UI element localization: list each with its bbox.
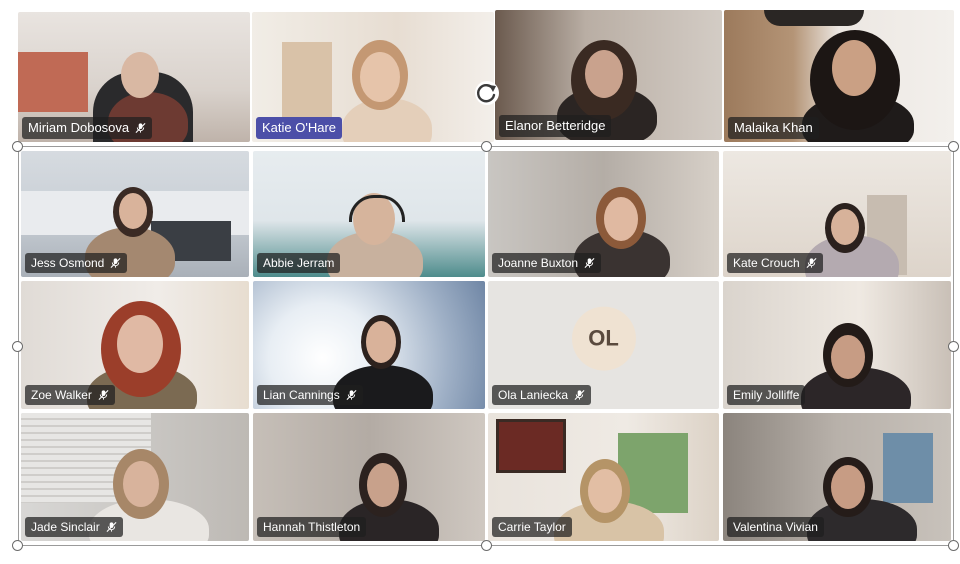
resize-handle-bottom-right[interactable] bbox=[948, 540, 959, 551]
avatar: OL bbox=[571, 306, 636, 371]
participant-name: Valentina Vivian bbox=[727, 517, 824, 537]
participant-tile[interactable]: Jade Sinclair bbox=[21, 413, 249, 541]
participant-name: Zoe Walker bbox=[25, 385, 115, 405]
mic-off-icon bbox=[110, 257, 121, 269]
participant-name: Jess Osmond bbox=[25, 253, 128, 273]
participant-name: Katie O'Hare bbox=[256, 117, 343, 139]
rotate-icon[interactable] bbox=[474, 80, 500, 106]
mic-off-icon bbox=[106, 521, 117, 533]
mic-off-icon bbox=[135, 122, 146, 134]
participant-tile[interactable]: Hannah Thistleton bbox=[253, 413, 485, 541]
participant-tile-katie[interactable]: Katie O'Hare bbox=[252, 12, 494, 142]
mic-off-icon bbox=[346, 389, 357, 401]
participant-name: Jade Sinclair bbox=[25, 517, 123, 537]
participant-tile[interactable]: Jess Osmond bbox=[21, 151, 249, 277]
participant-tile[interactable]: Kate Crouch bbox=[723, 151, 951, 277]
participant-name: Abbie Jerram bbox=[257, 253, 341, 273]
participant-tile[interactable]: Emily Jolliffe bbox=[723, 281, 951, 409]
resize-handle-middle-right[interactable] bbox=[948, 341, 959, 352]
participant-name: Joanne Buxton bbox=[492, 253, 602, 273]
participant-name: Ola Laniecka bbox=[492, 385, 592, 405]
participant-tile[interactable]: Zoe Walker bbox=[21, 281, 249, 409]
participant-tile[interactable]: Joanne Buxton bbox=[488, 151, 719, 277]
participant-name: Elanor Betteridge bbox=[499, 115, 612, 137]
mic-off-icon bbox=[98, 389, 109, 401]
participant-name: Kate Crouch bbox=[727, 253, 823, 273]
top-participant-strip: Miriam Dobosova Katie O'Hare Elanor Bett… bbox=[18, 10, 954, 144]
participant-name: Malaika Khan bbox=[728, 117, 819, 139]
participant-tile[interactable]: Abbie Jerram bbox=[253, 151, 485, 277]
participant-name: Lian Cannings bbox=[257, 385, 363, 405]
resize-handle-top-right[interactable] bbox=[948, 141, 959, 152]
participant-tile[interactable]: Valentina Vivian bbox=[723, 413, 951, 541]
participant-name: Carrie Taylor bbox=[492, 517, 572, 537]
participant-grid: Jess Osmond Abbie Jerram Joanne Buxton K… bbox=[18, 146, 954, 546]
resize-handle-bottom-left[interactable] bbox=[12, 540, 23, 551]
mic-off-icon bbox=[574, 389, 585, 401]
mic-off-icon bbox=[806, 257, 817, 269]
participant-name: Miriam Dobosova bbox=[22, 117, 153, 139]
resize-handle-top-left[interactable] bbox=[12, 141, 23, 152]
resize-handle-bottom-middle[interactable] bbox=[481, 540, 492, 551]
participant-tile-miriam[interactable]: Miriam Dobosova bbox=[18, 12, 250, 142]
participant-tile-malaika[interactable]: Malaika Khan bbox=[724, 10, 954, 142]
participant-tile[interactable]: OL Ola Laniecka bbox=[488, 281, 719, 409]
participant-name: Emily Jolliffe bbox=[727, 385, 806, 405]
participant-tile[interactable]: Carrie Taylor bbox=[488, 413, 719, 541]
resize-handle-top-middle[interactable] bbox=[481, 141, 492, 152]
participant-tile[interactable]: Lian Cannings bbox=[253, 281, 485, 409]
resize-handle-middle-left[interactable] bbox=[12, 341, 23, 352]
participant-tile-elanor[interactable]: Elanor Betteridge bbox=[495, 10, 722, 140]
mic-off-icon bbox=[584, 257, 595, 269]
participant-name: Hannah Thistleton bbox=[257, 517, 367, 537]
